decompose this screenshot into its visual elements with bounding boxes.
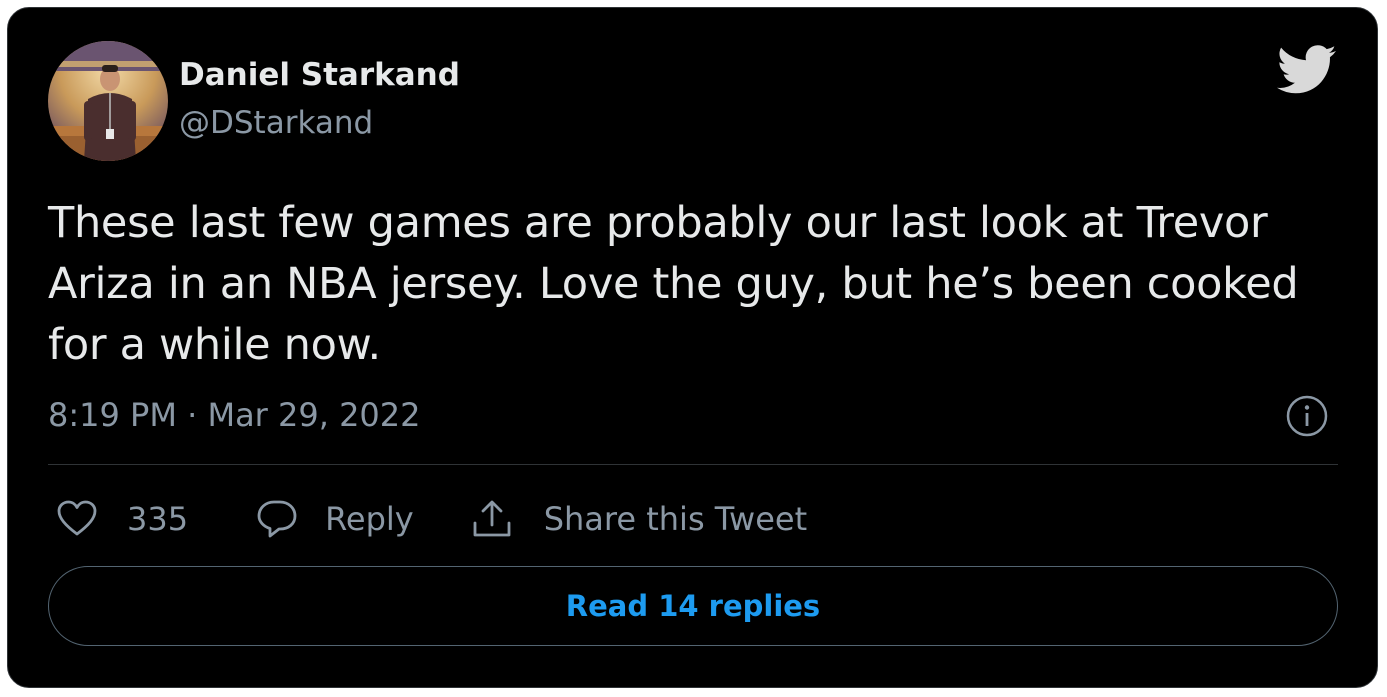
share-upload-icon xyxy=(473,500,511,537)
author-info[interactable]: Daniel Starkand @DStarkand xyxy=(179,56,460,142)
read-replies-button[interactable]: Read 14 replies xyxy=(48,566,1338,646)
tweet-timestamp[interactable]: 8:19 PM · Mar 29, 2022 xyxy=(48,395,421,435)
twitter-bird-glyph xyxy=(1277,45,1336,94)
author-handle[interactable]: @DStarkand xyxy=(179,104,460,142)
reply-button[interactable]: Reply xyxy=(255,497,414,541)
share-button[interactable]: Share this Tweet xyxy=(470,497,807,541)
avatar[interactable] xyxy=(48,41,168,161)
tweet-text: These last few games are probably our la… xyxy=(48,198,1299,370)
share-label: Share this Tweet xyxy=(543,500,808,538)
speech-bubble-icon xyxy=(257,500,297,538)
like-count: 335 xyxy=(127,500,189,538)
twitter-bird-icon[interactable] xyxy=(1277,44,1337,96)
avatar-photo xyxy=(48,41,168,161)
info-icon[interactable] xyxy=(1285,394,1329,438)
author-display-name[interactable]: Daniel Starkand xyxy=(179,56,460,94)
heart-icon xyxy=(57,500,97,536)
divider xyxy=(48,464,1338,465)
tweet-card[interactable]: Daniel Starkand @DStarkand These last fe… xyxy=(7,7,1378,688)
info-icon-glyph xyxy=(1286,395,1328,437)
like-button[interactable]: 335 xyxy=(55,497,188,541)
read-replies-label: Read 14 replies xyxy=(565,589,821,623)
action-bar: 335 Reply Share this Tweet xyxy=(55,497,807,541)
reply-label: Reply xyxy=(325,500,414,538)
